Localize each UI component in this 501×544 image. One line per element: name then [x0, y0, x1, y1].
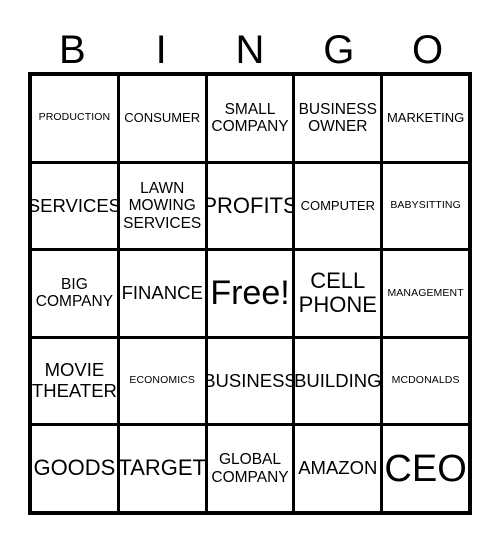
bingo-cell-label: MCDONALDS — [391, 374, 460, 387]
bingo-cell-label: LAWN MOWING SERVICES — [123, 179, 202, 232]
bingo-cell-label: SERVICES — [32, 194, 117, 216]
bingo-header-letter-b: B — [59, 28, 86, 72]
bingo-cell-label: ECONOMICS — [129, 374, 196, 387]
bingo-cell-label: FINANCE — [121, 282, 203, 304]
bingo-cell[interactable]: MANAGEMENT — [383, 251, 468, 336]
bingo-cell-label: CEO — [384, 447, 467, 490]
bingo-free-space-cell[interactable]: Free! — [207, 251, 293, 336]
bingo-cell[interactable]: ECONOMICS — [119, 338, 205, 424]
bingo-cell[interactable]: CELL PHONE — [295, 251, 381, 336]
bingo-cell[interactable]: PRODUCTION — [32, 76, 117, 161]
bingo-cell[interactable]: PROFITS — [207, 163, 293, 249]
bingo-cell[interactable]: BIG COMPANY — [32, 251, 117, 336]
bingo-cell[interactable]: SERVICES — [32, 163, 117, 249]
bingo-cell-label: SMALL COMPANY — [211, 100, 289, 136]
bingo-cell-label: GLOBAL COMPANY — [211, 451, 289, 486]
bingo-cell-label: BUSINESS OWNER — [298, 100, 377, 136]
bingo-cell-label: BABYSITTING — [390, 199, 461, 212]
bingo-cell-label: BUILDING — [295, 369, 381, 391]
bingo-cell[interactable]: AMAZON — [295, 426, 381, 511]
bingo-cell[interactable]: MOVIE THEATER — [32, 338, 117, 424]
bingo-card: B I N G O PRODUCTION CONSUMER SMALL COMPAN… — [0, 0, 501, 544]
bingo-cell[interactable]: FINANCE — [119, 251, 205, 336]
bingo-cell-label: MARKETING — [386, 110, 465, 126]
bingo-cell-label: PRODUCTION — [38, 111, 111, 124]
bingo-free-space-label: Free! — [210, 274, 290, 313]
bingo-cell[interactable]: BABYSITTING — [383, 163, 468, 249]
bingo-header-letter-g: G — [323, 28, 355, 72]
bingo-cell[interactable]: SMALL COMPANY — [207, 76, 293, 161]
bingo-cell[interactable]: BUSINESS — [207, 338, 293, 424]
bingo-cell-label: BIG COMPANY — [35, 276, 114, 311]
bingo-header-letter-i: I — [155, 28, 167, 72]
bingo-cell-label: PROFITS — [207, 192, 293, 218]
bingo-cell[interactable]: TARGET — [119, 426, 205, 511]
bingo-cell-label: MANAGEMENT — [387, 286, 464, 299]
bingo-cell-label: AMAZON — [298, 457, 378, 479]
bingo-header-letter-n: N — [235, 28, 265, 72]
bingo-cell[interactable]: LAWN MOWING SERVICES — [119, 163, 205, 249]
bingo-cell-label: MOVIE THEATER — [32, 359, 117, 402]
bingo-cell[interactable]: BUSINESS OWNER — [295, 76, 381, 161]
bingo-cell[interactable]: GLOBAL COMPANY — [207, 426, 293, 511]
bingo-cell-label: CELL PHONE — [298, 267, 377, 318]
bingo-cell[interactable]: MARKETING — [383, 76, 468, 161]
bingo-cell-label: BUSINESS — [207, 369, 293, 391]
bingo-header-row: B I N G O — [28, 18, 472, 70]
bingo-cell-label: CONSUMER — [124, 110, 201, 126]
bingo-grid: PRODUCTION CONSUMER SMALL COMPANY BUSINESS … — [28, 72, 472, 515]
bingo-header-letter-o: O — [412, 28, 444, 72]
bingo-cell-label: TARGET — [119, 455, 205, 481]
bingo-cell[interactable]: CEO — [383, 426, 468, 511]
bingo-cell[interactable]: CONSUMER — [119, 76, 205, 161]
bingo-cell[interactable]: BUILDING — [295, 338, 381, 424]
bingo-cell[interactable]: COMPUTER — [295, 163, 381, 249]
bingo-cell-label: COMPUTER — [300, 197, 375, 213]
bingo-cell[interactable]: GOODS — [32, 426, 117, 511]
bingo-cell[interactable]: MCDONALDS — [383, 338, 468, 424]
bingo-cell-label: GOODS — [33, 455, 116, 481]
